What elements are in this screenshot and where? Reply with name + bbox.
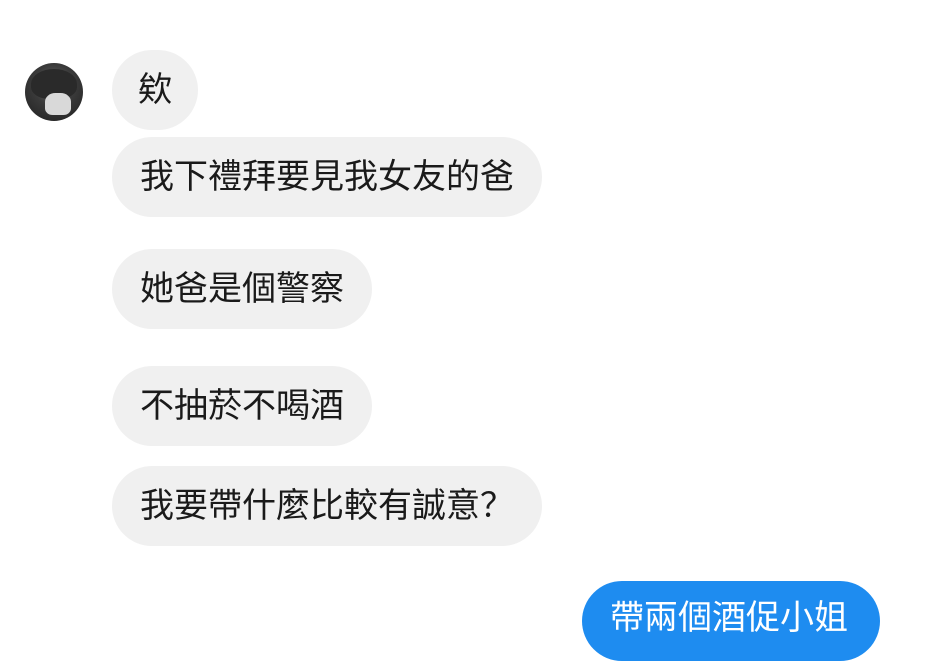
message-text: 欸: [138, 70, 172, 110]
sender-avatar[interactable]: [25, 63, 83, 121]
message-text: 帶兩個酒促小姐: [610, 598, 848, 638]
message-text: 我下禮拜要見我女友的爸: [140, 157, 514, 197]
incoming-message-bubble[interactable]: 不抽菸不喝酒: [112, 366, 372, 446]
avatar-face: [45, 93, 71, 115]
incoming-message-bubble[interactable]: 欸: [112, 50, 198, 130]
incoming-message-bubble[interactable]: 她爸是個警察: [112, 249, 372, 329]
message-text: 不抽菸不喝酒: [140, 386, 344, 426]
chat-thread: 欸 我下禮拜要見我女友的爸 她爸是個警察 不抽菸不喝酒 我要帶什麼比較有誠意？ …: [0, 0, 943, 661]
message-text: 她爸是個警察: [140, 269, 344, 309]
incoming-message-bubble[interactable]: 我下禮拜要見我女友的爸: [112, 137, 542, 217]
incoming-message-bubble[interactable]: 我要帶什麼比較有誠意？: [112, 466, 542, 546]
message-text: 我要帶什麼比較有誠意？: [140, 486, 514, 526]
outgoing-message-bubble[interactable]: 帶兩個酒促小姐: [582, 581, 880, 661]
